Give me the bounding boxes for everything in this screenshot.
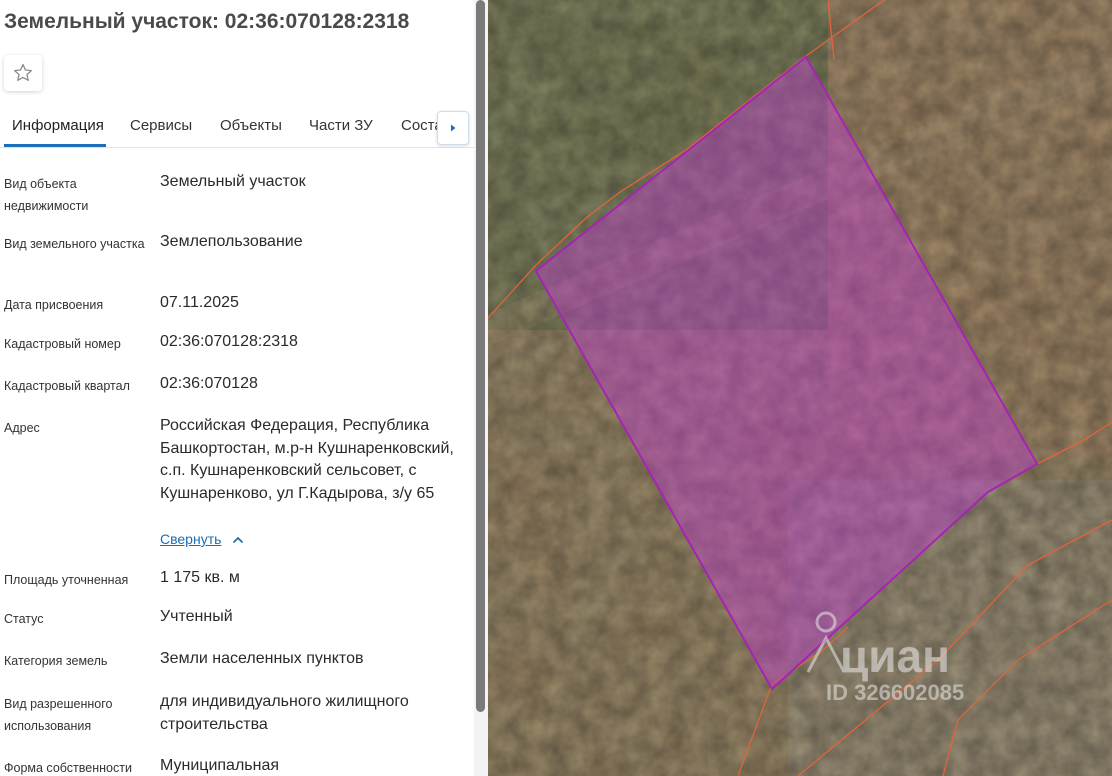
field-value-address: Российская Федерация, Республика Башкорт… <box>160 417 454 502</box>
field-label-status: Статус <box>4 612 44 626</box>
field-label-ownership: Форма собственности <box>4 761 132 775</box>
watermark-logo-text: циан <box>840 630 950 682</box>
field-value-status: Учтенный <box>160 608 233 625</box>
field-value-area: 1 175 кв. м <box>160 569 240 586</box>
tab-services[interactable]: Сервисы <box>130 117 192 134</box>
field-value-assign-date: 07.11.2025 <box>160 294 239 311</box>
watermark-id: ID 326602085 <box>826 680 964 705</box>
tabs-scroll-right-button[interactable] <box>437 111 469 145</box>
field-label-area: Площадь уточненная <box>4 573 129 587</box>
chevron-right-icon <box>451 124 456 132</box>
page-title: Земельный участок: 02:36:070128:2318 <box>4 10 410 33</box>
field-value-object-type: Земельный участок <box>160 173 306 190</box>
chevron-up-icon[interactable] <box>231 533 245 547</box>
active-tab-indicator <box>4 144 106 147</box>
field-value-permitted-use: для индивидуального жилищного строительс… <box>160 693 409 733</box>
field-label-address: Адрес <box>4 421 40 435</box>
satellite-map[interactable]: циан ID 326602085 <box>488 0 1112 776</box>
star-outline-icon <box>14 63 32 81</box>
collapse-link[interactable]: Свернуть <box>160 531 221 547</box>
favorite-button[interactable] <box>4 55 42 91</box>
field-label-assign-date: Дата присвоения <box>4 298 104 312</box>
field-label-cadastral-quarter: Кадастровый квартал <box>4 379 130 393</box>
field-label-parcel-type: Вид земельного участка <box>4 237 145 251</box>
field-value-cadastral-number: 02:36:070128:2318 <box>160 333 298 350</box>
field-value-ownership: Муниципальная <box>160 757 280 774</box>
field-label-land-category: Категория земель <box>4 654 108 668</box>
info-panel: Земельный участок: 02:36:070128:2318 Инф… <box>0 0 474 776</box>
tab-objects[interactable]: Объекты <box>220 117 282 134</box>
tab-information[interactable]: Информация <box>12 117 104 134</box>
field-label-cadastral-number: Кадастровый номер <box>4 337 121 351</box>
tab-bar: Информация Сервисы Объекты Части ЗУ Сост… <box>0 104 474 148</box>
field-value-land-category: Земли населенных пунктов <box>160 650 364 667</box>
field-value-cadastral-quarter: 02:36:070128 <box>160 375 258 392</box>
tab-parcel-parts[interactable]: Части ЗУ <box>309 117 373 134</box>
field-value-parcel-type: Землепользование <box>160 233 303 250</box>
field-label-object-type: Вид объекта недвижимости <box>4 177 89 213</box>
scrollbar-thumb[interactable] <box>476 0 485 712</box>
field-label-permitted-use: Вид разрешенного использования <box>4 697 113 733</box>
